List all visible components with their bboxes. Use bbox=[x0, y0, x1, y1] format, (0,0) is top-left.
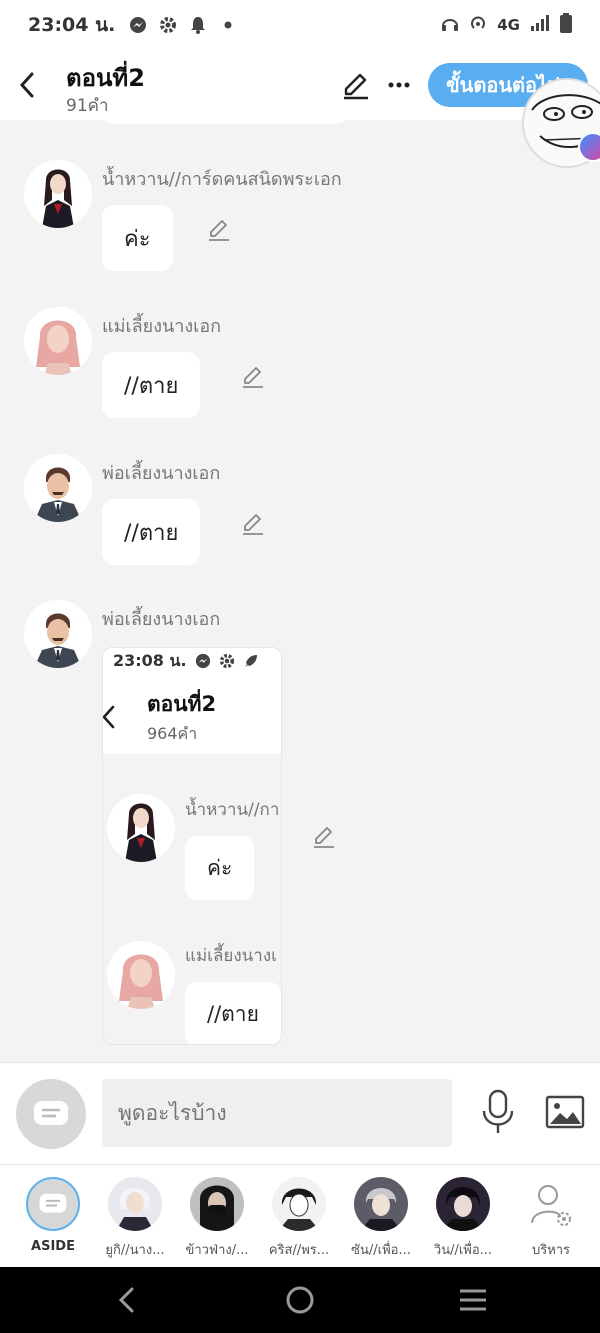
message-bubble[interactable]: //ตาย bbox=[102, 352, 201, 418]
more-options-button[interactable] bbox=[384, 70, 414, 100]
home-circle-icon bbox=[286, 1286, 314, 1314]
gear-icon bbox=[159, 16, 177, 34]
composer-bar bbox=[0, 1062, 600, 1164]
image-icon bbox=[545, 1095, 585, 1129]
chevron-left-icon bbox=[103, 705, 115, 729]
signal-icon bbox=[530, 14, 550, 36]
character-sun[interactable]: ซัน//เพื่อ... bbox=[340, 1175, 422, 1265]
messenger-icon bbox=[129, 16, 147, 34]
screenshot-message-bubble: ค่ะ bbox=[185, 836, 255, 900]
character-label: ยูกิ//นาง... bbox=[105, 1243, 165, 1258]
grey-hair-boy-avatar bbox=[354, 1177, 408, 1231]
screenshot-image-message[interactable]: 23:08 น. ตอนที่2 964คำ น้ำหวาน//กา ค่ะ แ… bbox=[102, 647, 282, 1045]
character-label: ซัน//เพื่อ... bbox=[351, 1243, 411, 1258]
character-label: ข้าวฟ่าง/... bbox=[185, 1243, 249, 1258]
chevron-left-icon bbox=[118, 1287, 134, 1313]
dark-hair-girl-avatar[interactable] bbox=[24, 160, 92, 228]
microphone-icon bbox=[482, 1089, 514, 1133]
screenshot-speaker-name: น้ำหวาน//กา bbox=[185, 800, 280, 820]
character-selector: ASIDE ยูกิ//นาง... ข้าวฟ่าง/... คริส//พร… bbox=[0, 1164, 600, 1267]
character-yuki[interactable]: ยูกิ//นาง... bbox=[94, 1175, 176, 1265]
pencil-icon bbox=[344, 73, 368, 100]
message-bubble[interactable]: ค่ะ bbox=[102, 205, 173, 271]
headphones-icon bbox=[441, 14, 459, 36]
mustache-man-avatar[interactable] bbox=[24, 600, 92, 668]
manage-characters-button[interactable]: บริหาร bbox=[510, 1175, 592, 1265]
screenshot-time: 23:08 น. bbox=[113, 650, 187, 670]
speaker-name: พ่อเลี้ยงนางเอก bbox=[102, 609, 221, 630]
masked-girl-avatar bbox=[190, 1177, 244, 1231]
mustache-man-avatar[interactable] bbox=[24, 454, 92, 522]
messenger-icon bbox=[195, 653, 211, 669]
message-bubble[interactable]: //ตาย bbox=[102, 499, 201, 565]
back-button[interactable] bbox=[14, 68, 40, 102]
speaker-name: น้ำหวาน//การ์ดคนสนิดพระเอก bbox=[102, 169, 342, 190]
dark-hair-girl-avatar bbox=[107, 794, 175, 862]
character-label: คริส//พร... bbox=[268, 1243, 330, 1258]
edit-message-button[interactable] bbox=[240, 364, 266, 390]
character-label: บริหาร bbox=[531, 1243, 571, 1258]
rocket-icon bbox=[243, 653, 259, 669]
chat-bubble-icon bbox=[39, 1193, 67, 1213]
chat-area: น้ำหวาน//การ์ดคนสนิดพระเอก ค่ะ แม่เลี้ยง… bbox=[0, 120, 600, 1062]
character-win[interactable]: วิน//เพื่อ... bbox=[422, 1175, 504, 1265]
word-count: 91คำ bbox=[66, 96, 109, 116]
user-settings-icon bbox=[524, 1177, 578, 1231]
nav-back-button[interactable] bbox=[112, 1285, 142, 1315]
system-navigation-bar bbox=[0, 1267, 600, 1333]
nav-home-button[interactable] bbox=[285, 1285, 315, 1315]
message-input[interactable] bbox=[102, 1079, 452, 1147]
dark-hair-boy-avatar bbox=[436, 1177, 490, 1231]
menu-lines-icon bbox=[460, 1289, 486, 1311]
dot-icon bbox=[219, 16, 237, 34]
screenshot-title: ตอนที่2 bbox=[147, 692, 217, 716]
screenshot-message-bubble: //ตาย bbox=[185, 982, 281, 1044]
status-time: 23:04 น. bbox=[28, 14, 116, 36]
status-bar: 23:04 น. 4G bbox=[0, 0, 600, 50]
aside-avatar bbox=[26, 1177, 80, 1231]
manga-boy-avatar bbox=[272, 1177, 326, 1231]
gear-icon bbox=[219, 653, 235, 669]
edit-message-button[interactable] bbox=[240, 511, 266, 537]
pencil-icon bbox=[209, 220, 229, 241]
bell-icon bbox=[189, 16, 207, 34]
battery-icon bbox=[560, 13, 572, 37]
partial-message-bubble bbox=[102, 120, 348, 124]
edit-button[interactable] bbox=[340, 70, 372, 102]
pink-hair-woman-avatar bbox=[107, 941, 175, 1009]
character-aside[interactable]: ASIDE bbox=[12, 1175, 94, 1265]
image-upload-button[interactable] bbox=[545, 1093, 585, 1133]
edit-message-button[interactable] bbox=[311, 824, 337, 850]
chevron-left-icon bbox=[19, 72, 34, 98]
screenshot-speaker-name: แม่เลี้ยงนางเ bbox=[185, 946, 277, 966]
screenshot-word-count: 964คำ bbox=[147, 724, 198, 743]
pencil-icon bbox=[314, 827, 334, 848]
character-khaofang[interactable]: ข้าวฟ่าง/... bbox=[176, 1175, 258, 1265]
pink-hair-woman-avatar[interactable] bbox=[24, 307, 92, 375]
chat-bubble-icon bbox=[34, 1101, 68, 1125]
character-label: วิน//เพื่อ... bbox=[433, 1243, 493, 1258]
voice-button[interactable] bbox=[480, 1089, 516, 1135]
ellipsis-icon bbox=[388, 82, 410, 88]
screenshot-header: ตอนที่2 964คำ bbox=[103, 674, 281, 754]
character-label: ASIDE bbox=[31, 1239, 75, 1254]
episode-header: ตอนที่2 91คำ ขั้นตอนต่อไป bbox=[0, 50, 600, 120]
speaker-name: แม่เลี้ยงนางเอก bbox=[102, 316, 222, 337]
pencil-icon bbox=[243, 367, 263, 388]
aside-toggle-button[interactable] bbox=[16, 1079, 86, 1149]
speaker-name: พ่อเลี้ยงนางเอก bbox=[102, 463, 221, 484]
pencil-icon bbox=[243, 514, 263, 535]
hotspot-icon bbox=[469, 14, 487, 36]
screenshot-status-bar: 23:08 น. bbox=[103, 648, 281, 674]
network-label: 4G bbox=[497, 16, 520, 34]
character-chris[interactable]: คริส//พร... bbox=[258, 1175, 340, 1265]
white-hair-avatar bbox=[108, 1177, 162, 1231]
nav-recents-button[interactable] bbox=[458, 1285, 488, 1315]
edit-message-button[interactable] bbox=[206, 217, 232, 243]
